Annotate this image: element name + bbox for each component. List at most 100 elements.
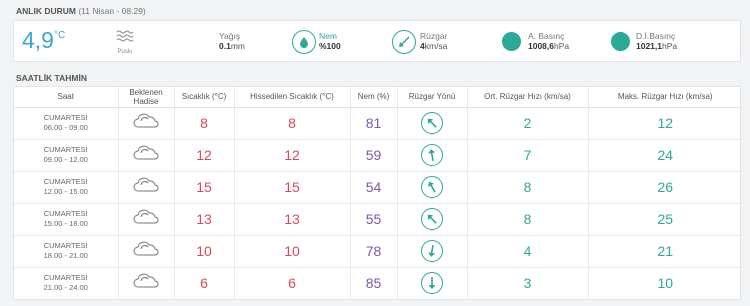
table-row: CUMARTESİ 09.00 - 12.00 12 12 59 7 24	[14, 139, 742, 172]
wind-max-cell: 12	[588, 107, 742, 140]
current-title-text: ANLIK DURUM	[16, 6, 76, 16]
time-cell: CUMARTESİ 15.00 - 18.00	[14, 203, 119, 236]
feels-cell: 8	[234, 107, 351, 140]
table-row: CUMARTESİ 21.00 - 24.00 6 6 85 3 10	[14, 267, 742, 299]
wind-avg-cell: 8	[467, 203, 589, 236]
time-range: 06.00 - 09.00	[43, 123, 88, 132]
day-label: CUMARTESİ	[43, 273, 88, 283]
pressure-label: A. Basınç	[528, 31, 565, 41]
wind-max-cell: 10	[657, 275, 674, 292]
humidity-value: %100	[319, 41, 341, 51]
wind-direction-icon	[421, 272, 443, 295]
time-cell: CUMARTESİ 06.00 - 09.00	[14, 107, 119, 140]
sea-pressure-label: D.İ.Basınç	[636, 31, 676, 41]
temperature-value: 4,9	[22, 27, 54, 53]
sea-pressure-value: 1021,1	[636, 41, 662, 51]
condition-label: Puslu	[117, 49, 133, 55]
event-cell	[118, 203, 175, 236]
wind-dir-cell	[397, 235, 468, 268]
header-temp: Sıcaklık (°C)	[174, 87, 235, 108]
event-cell	[118, 267, 175, 299]
precipitation: Yağış 0.1mm	[219, 31, 245, 52]
humidity: Nem %100	[319, 31, 341, 52]
wind-dir-cell	[397, 107, 468, 140]
pressure-value: 1008,6	[528, 41, 554, 51]
pressure-icon	[502, 32, 521, 51]
day-label: CUMARTESİ	[43, 145, 88, 154]
wind-dir-cell	[397, 171, 468, 204]
feels-cell: 13	[234, 203, 351, 236]
temp-cell: 8	[174, 107, 235, 140]
feels-cell: 10	[234, 235, 351, 268]
temp-cell: 10	[174, 235, 235, 268]
header-humidity: Nem (%)	[350, 87, 398, 108]
header-wind-avg: Ort. Rüzgar Hızı (km/sa)	[467, 87, 589, 108]
header-feels: Hissedilen Sıcaklık (°C)	[234, 87, 351, 108]
time-range: 21.00 - 24.00	[43, 283, 88, 293]
feels-cell: 15	[234, 171, 351, 204]
wind-avg-cell: 8	[467, 171, 589, 204]
wind-avg-cell: 7	[467, 139, 589, 172]
wind-max-cell: 21	[588, 235, 742, 268]
humidity-cell: 78	[350, 235, 398, 268]
table-row: CUMARTESİ 12.00 - 15.00 15 15 54 8 26	[14, 171, 742, 204]
cloud-icon	[132, 113, 160, 133]
time-cell: CUMARTESİ 21.00 - 24.00	[14, 267, 119, 299]
sea-pressure-unit: hPa	[662, 41, 678, 51]
header-wind-max: Maks. Rüzgar Hızı (km/sa)	[588, 87, 742, 108]
wind-direction-icon	[421, 240, 443, 262]
current-conditions-title: ANLIK DURUM (11 Nisan - 08.29)	[16, 6, 146, 16]
humidity-cell: 54	[350, 171, 398, 204]
sea-pressure: D.İ.Basınç 1021,1hPa	[636, 31, 677, 52]
wind-arrow-icon	[392, 30, 416, 54]
time-range: 09.00 - 12.00	[43, 155, 88, 164]
hourly-forecast-title: SAATLİK TAHMİN	[16, 73, 87, 83]
wind-dir-cell	[397, 203, 468, 236]
day-label: CUMARTESİ	[43, 209, 88, 218]
table-row: CUMARTESİ 18.00 - 21.00 10 10 78 4 21	[14, 235, 742, 268]
humidity-cell: 59	[350, 139, 398, 172]
humidity-cell: 55	[350, 203, 398, 236]
pressure: A. Basınç 1008,6hPa	[528, 31, 569, 52]
wind-direction-icon	[421, 176, 443, 198]
event-cell	[118, 235, 175, 268]
time-range: 18.00 - 21.00	[43, 251, 88, 260]
feels-cell: 6	[234, 267, 351, 299]
cloud-icon	[132, 209, 160, 229]
header-event-line2: Hadise	[133, 96, 159, 106]
precip-value: 0.1	[219, 41, 231, 51]
feels-cell: 12	[234, 139, 351, 172]
wind-avg-cell: 3	[467, 267, 589, 299]
temp-cell: 12	[174, 139, 235, 172]
condition: Puslu	[114, 29, 136, 55]
table-row: CUMARTESİ 15.00 - 18.00 13 13 55 8 25	[14, 203, 742, 236]
precip-unit: mm	[230, 41, 245, 51]
wind-dir-cell	[397, 139, 468, 172]
header-time: Saat	[14, 87, 119, 108]
time-range: 12.00 - 15.00	[43, 187, 88, 196]
precip-label: Yağış	[219, 31, 241, 41]
table-header-row: Saat Beklenen Hadise Sıcaklık (°C) Hissed…	[14, 87, 742, 108]
cloud-icon	[132, 241, 160, 261]
event-cell	[118, 139, 175, 172]
time-range: 15.00 - 18.00	[43, 219, 88, 228]
pressure-unit: hPa	[554, 41, 570, 51]
cloud-icon	[132, 273, 160, 293]
wind-max-cell: 25	[588, 203, 742, 236]
wind-direction-icon	[421, 144, 443, 166]
time-cell: CUMARTESİ 18.00 - 21.00	[14, 235, 119, 268]
current-conditions-panel: 4,9°C Puslu Yağış 0.1mm Nem %100 Rüzgar …	[13, 20, 741, 62]
event-cell	[118, 107, 175, 140]
wind-label: Rüzgar	[420, 31, 448, 41]
temp-cell: 13	[174, 203, 235, 236]
wind-max-cell: 24	[588, 139, 742, 172]
time-cell: CUMARTESİ 12.00 - 15.00	[14, 171, 119, 204]
day-label: CUMARTESİ	[43, 177, 88, 186]
table-row: CUMARTESİ 06.00 - 09.00 8 8 81 2 12	[14, 107, 742, 140]
event-cell	[118, 171, 175, 204]
wind-max-cell: 26	[588, 171, 742, 204]
wind-direction-icon	[421, 208, 443, 230]
wind-unit: km/sa	[424, 41, 448, 51]
humidity-label: Nem	[319, 31, 337, 41]
hourly-forecast-table: Saat Beklenen Hadise Sıcaklık (°C) Hissed…	[13, 86, 742, 300]
